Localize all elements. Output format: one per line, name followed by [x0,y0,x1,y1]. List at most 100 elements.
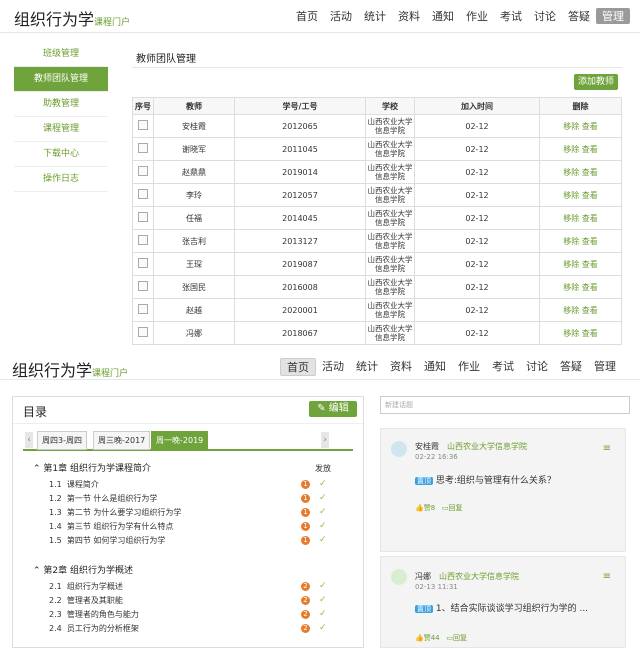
check-icon[interactable]: ✓ [319,595,327,605]
tabs-prev-icon[interactable]: ‹ [25,432,33,448]
sidebar-item-assistants[interactable]: 助教管理 [14,92,108,117]
like-icon[interactable]: 👍 [415,634,424,642]
reply-link[interactable]: 回复 [453,634,467,642]
row-checkbox[interactable] [132,275,154,299]
post-text[interactable]: 思考:组织与管理有什么关系？ [436,476,556,486]
chapter-title[interactable]: ⌃ 第2章 组织行为学概述 [33,563,133,576]
row-checkbox[interactable] [132,137,154,161]
sidebar-item-logs[interactable]: 操作日志 [14,167,108,192]
check-icon[interactable]: ✓ [319,535,327,545]
remove-link[interactable]: 移除 [563,214,579,223]
nav2-home[interactable]: 首页 [280,358,316,376]
lesson-item[interactable]: 2.4 员工行为的分析框架 [49,623,329,634]
edit-button[interactable]: ✎ 编辑 [309,401,357,417]
tab-class-2[interactable]: 周三晚-2017 [93,431,151,450]
chevron-down-icon[interactable]: ⌃ [33,566,41,576]
nav-materials[interactable]: 资料 [392,8,426,24]
check-icon[interactable]: ✓ [319,479,327,489]
row-checkbox[interactable] [132,229,154,253]
row-checkbox[interactable] [132,114,154,138]
check-icon[interactable]: ✓ [319,623,327,633]
nav-discussion[interactable]: 讨论 [528,8,562,24]
nav-exam[interactable]: 考试 [494,8,528,24]
post-user[interactable]: 冯娜 [415,571,431,582]
view-link[interactable]: 查看 [582,122,598,131]
sidebar-item-downloads[interactable]: 下载中心 [14,142,108,167]
post-card[interactable]: 安桂霞 山西农业大学信息学院 02-22 16:36 ≡ 置顶 思考:组织与管理… [380,428,626,552]
nav2-activity[interactable]: 活动 [316,358,350,376]
view-link[interactable]: 查看 [582,237,598,246]
reply-link[interactable]: 回复 [449,504,463,512]
nav-notices[interactable]: 通知 [426,8,460,24]
lesson-item[interactable]: 1.1 课程简介 [49,479,329,490]
remove-link[interactable]: 移除 [563,168,579,177]
lesson-item[interactable]: 1.2 第一节 什么是组织行为学 [49,493,329,504]
sidebar-item-teachers[interactable]: 教师团队管理 [14,67,108,92]
view-link[interactable]: 查看 [582,260,598,269]
remove-link[interactable]: 移除 [563,283,579,292]
row-checkbox[interactable] [132,321,154,345]
view-link[interactable]: 查看 [582,214,598,223]
nav2-materials[interactable]: 资料 [384,358,418,376]
lesson-item[interactable]: 2.1 组织行为学概述 [49,581,329,592]
view-link[interactable]: 查看 [582,306,598,315]
tabs-next-icon[interactable]: › [321,432,329,448]
nav2-discussion[interactable]: 讨论 [520,358,554,376]
sidebar-item-course[interactable]: 课程管理 [14,117,108,142]
remove-link[interactable]: 移除 [563,145,579,154]
remove-link[interactable]: 移除 [563,237,579,246]
remove-link[interactable]: 移除 [563,260,579,269]
lesson-item[interactable]: 1.4 第三节 组织行为学有什么特点 [49,521,329,532]
menu-icon[interactable]: ≡ [603,443,611,454]
nav-activity[interactable]: 活动 [324,8,358,24]
lesson-item[interactable]: 2.2 管理者及其职能 [49,595,329,606]
view-link[interactable]: 查看 [582,145,598,154]
lesson-item[interactable]: 1.3 第二节 为什么要学习组织行为学 [49,507,329,518]
remove-link[interactable]: 移除 [563,306,579,315]
row-checkbox[interactable] [132,183,154,207]
row-checkbox[interactable] [132,298,154,322]
reply-icon[interactable]: ▭ [442,504,449,512]
remove-link[interactable]: 移除 [563,329,579,338]
reply-icon[interactable]: ▭ [446,634,453,642]
chapter-title[interactable]: ⌃ 第1章 组织行为学课程简介 [33,461,151,474]
post-text[interactable]: 1、结合实际谈谈学习组织行为学的 ... [436,604,588,614]
nav2-homework[interactable]: 作业 [452,358,486,376]
nav2-manage[interactable]: 管理 [588,358,622,376]
course-brand[interactable]: 组织行为学课程门户 [14,6,130,30]
chevron-down-icon[interactable]: ⌃ [33,464,41,474]
check-icon[interactable]: ✓ [319,609,327,619]
menu-icon[interactable]: ≡ [603,571,611,582]
row-checkbox[interactable] [132,252,154,276]
post-user[interactable]: 安桂霞 [415,441,439,452]
remove-link[interactable]: 移除 [563,122,579,131]
row-checkbox[interactable] [132,206,154,230]
nav2-qa[interactable]: 答疑 [554,358,588,376]
view-link[interactable]: 查看 [582,283,598,292]
view-link[interactable]: 查看 [582,168,598,177]
add-teacher-button[interactable]: 添加教师 [574,74,618,90]
nav2-stats[interactable]: 统计 [350,358,384,376]
like-icon[interactable]: 👍 [415,504,424,512]
lesson-item[interactable]: 2.3 管理者的角色与能力 [49,609,329,620]
view-link[interactable]: 查看 [582,191,598,200]
nav-stats[interactable]: 统计 [358,8,392,24]
check-icon[interactable]: ✓ [319,581,327,591]
nav-homework[interactable]: 作业 [460,8,494,24]
sidebar-item-class[interactable]: 班级管理 [14,42,108,67]
course-brand-2[interactable]: 组织行为学课程门户 [12,357,128,381]
tab-class-3[interactable]: 周一晚-2019 [151,431,209,450]
check-icon[interactable]: ✓ [319,507,327,517]
lesson-item[interactable]: 1.5 第四节 如何学习组织行为学 [49,535,329,546]
tab-class-1[interactable]: 周四3-周四 [37,431,87,450]
nav2-notices[interactable]: 通知 [418,358,452,376]
nav2-exam[interactable]: 考试 [486,358,520,376]
row-checkbox[interactable] [132,160,154,184]
check-icon[interactable]: ✓ [319,493,327,503]
post-card[interactable]: 冯娜 山西农业大学信息学院 02-13 11:31 ≡ 置顶 1、结合实际谈谈学… [380,556,626,648]
nav-manage[interactable]: 管理 [596,8,630,24]
new-topic-input[interactable]: 新建话题 [380,396,630,414]
check-icon[interactable]: ✓ [319,521,327,531]
nav-qa[interactable]: 答疑 [562,8,596,24]
nav-home[interactable]: 首页 [290,8,324,24]
